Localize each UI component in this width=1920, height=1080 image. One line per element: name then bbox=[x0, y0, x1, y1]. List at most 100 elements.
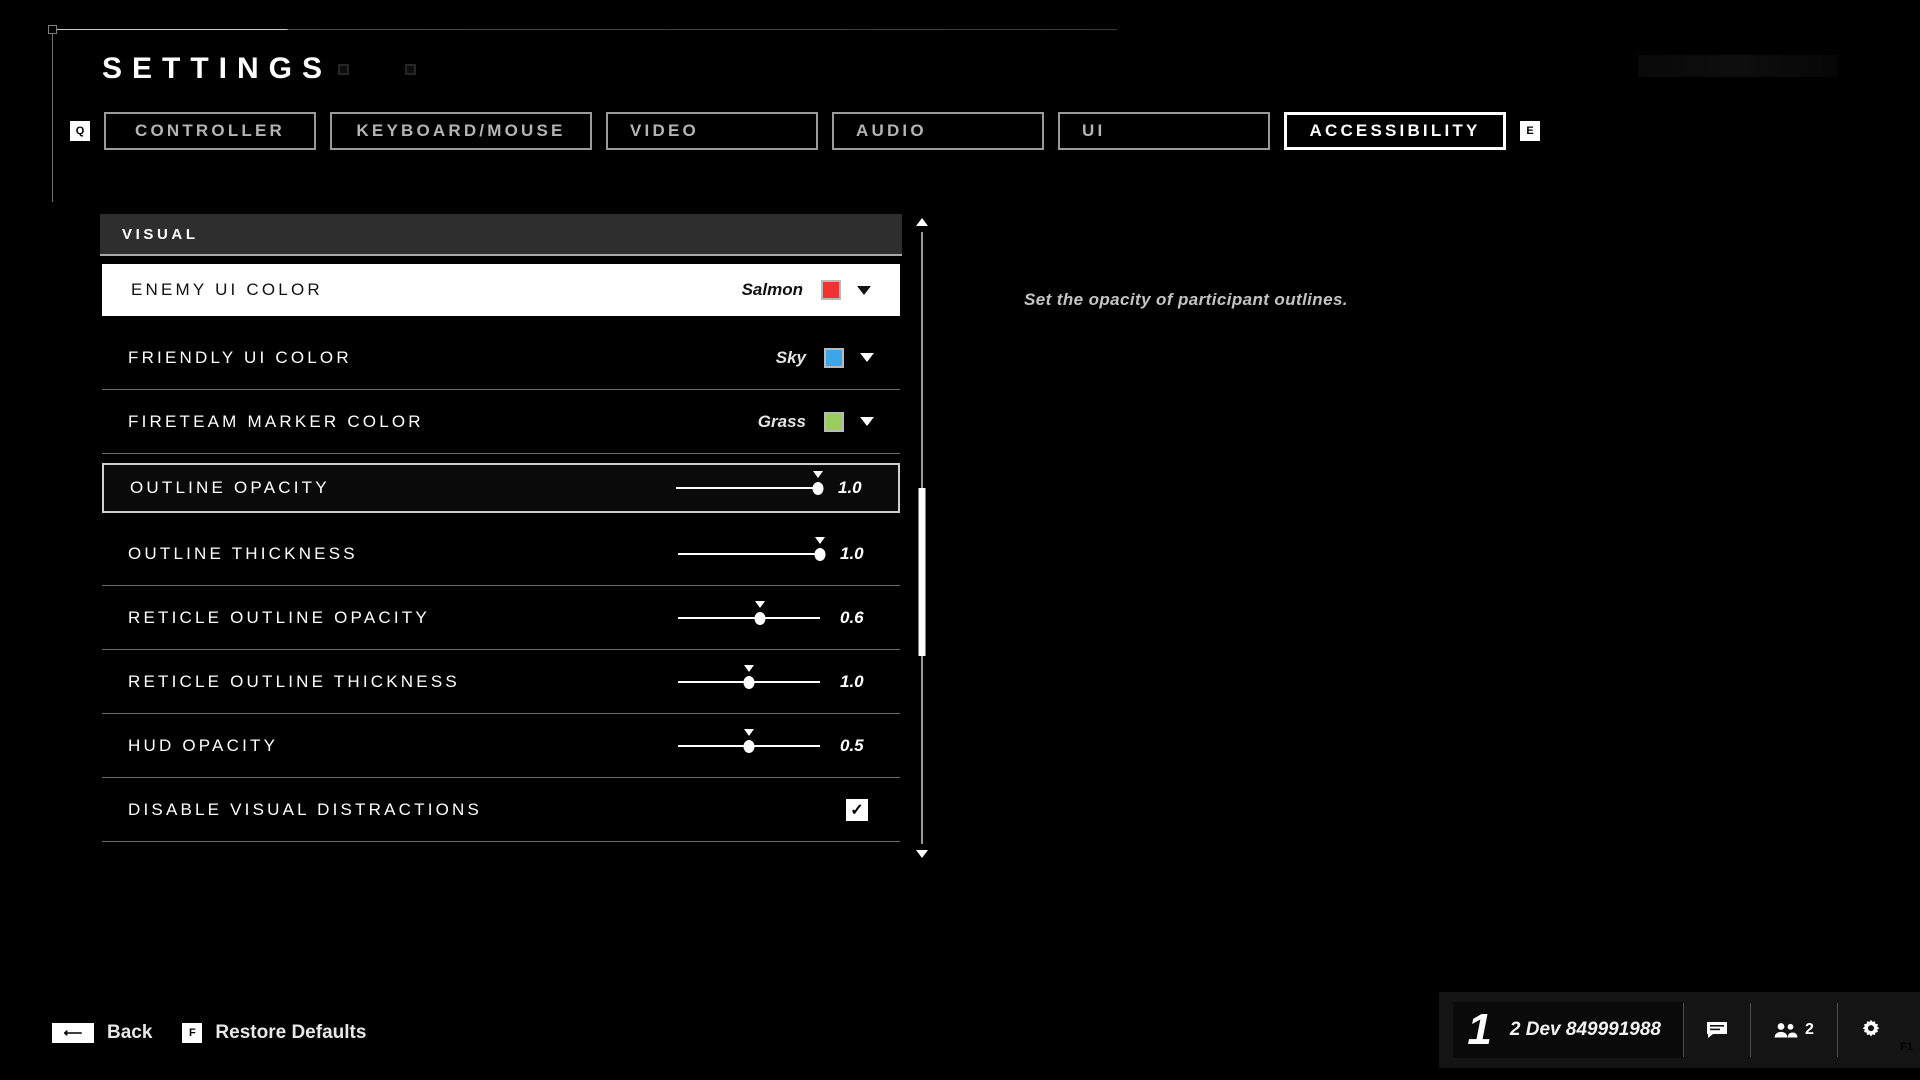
page-title: SETTINGS bbox=[102, 52, 333, 85]
slider-value: 1.0 bbox=[840, 671, 864, 691]
section-header-visual: VISUAL bbox=[100, 214, 902, 256]
setting-value: Salmon bbox=[741, 280, 803, 299]
hud-player-card: 1 2 Dev 849991988 bbox=[1453, 1002, 1683, 1058]
scrollbar-thumb[interactable] bbox=[918, 488, 926, 656]
tab-bar: Q CONTROLLER KEYBOARD/MOUSE VIDEO AUDIO … bbox=[70, 112, 1540, 150]
slider-value: 1.0 bbox=[840, 543, 864, 563]
checkbox-icon[interactable]: ✓ bbox=[846, 798, 868, 821]
setting-control[interactable]: 1.0 bbox=[676, 471, 872, 498]
setting-row-hud-opacity[interactable]: HUD OPACITY 0.5 bbox=[102, 714, 900, 778]
people-icon bbox=[1774, 1022, 1798, 1039]
settings-rows: ENEMY UI COLOR Salmon FRIENDLY UI COLOR … bbox=[100, 264, 902, 842]
setting-row-disable-visual-distractions[interactable]: DISABLE VISUAL DISTRACTIONS ✓ bbox=[102, 778, 900, 842]
setting-row-outline-opacity[interactable]: OUTLINE OPACITY 1.0 bbox=[102, 463, 900, 513]
setting-control[interactable]: 0.6 bbox=[678, 600, 874, 628]
frame-vertical-line bbox=[52, 34, 53, 202]
header-ghost-block bbox=[1638, 55, 1838, 77]
setting-control[interactable]: Sky bbox=[775, 347, 874, 368]
slider-tick-marker bbox=[744, 664, 754, 672]
tab-audio[interactable]: AUDIO bbox=[832, 112, 1044, 150]
hud-roster-top: 2 bbox=[1774, 1021, 1814, 1039]
setting-label: OUTLINE OPACITY bbox=[130, 478, 330, 497]
frame-corner-node bbox=[48, 25, 57, 34]
setting-control[interactable]: Grass bbox=[757, 411, 874, 432]
tab-ui[interactable]: UI bbox=[1058, 112, 1270, 150]
setting-row-friendly-ui-color[interactable]: FRIENDLY UI COLOR Sky bbox=[102, 326, 900, 390]
setting-label: RETICLE OUTLINE THICKNESS bbox=[128, 671, 460, 691]
setting-row-fireteam-marker-color[interactable]: FIRETEAM MARKER COLOR Grass bbox=[102, 390, 900, 454]
chevron-down-icon[interactable] bbox=[860, 417, 874, 426]
setting-control[interactable]: 0.5 bbox=[678, 728, 874, 756]
slider-handle[interactable] bbox=[814, 547, 826, 561]
setting-control[interactable]: 1.0 bbox=[678, 536, 874, 564]
title-deco-square-1 bbox=[338, 64, 349, 75]
chevron-down-icon[interactable] bbox=[857, 285, 871, 295]
restore-defaults-label: Restore Defaults bbox=[215, 1022, 367, 1043]
color-swatch-icon bbox=[824, 347, 844, 368]
setting-row-outline-thickness[interactable]: OUTLINE THICKNESS 1.0 bbox=[102, 522, 900, 586]
slider-tick-marker bbox=[755, 600, 766, 608]
back-label: Back bbox=[107, 1022, 153, 1043]
tab-prev-key-badge[interactable]: Q bbox=[70, 121, 90, 141]
slider-tick-marker bbox=[813, 471, 823, 478]
slider-hud-opacity[interactable] bbox=[678, 728, 820, 756]
setting-label: FRIENDLY UI COLOR bbox=[128, 347, 352, 367]
setting-control[interactable]: 1.0 bbox=[678, 664, 874, 692]
scroll-up-arrow-icon[interactable] bbox=[916, 218, 928, 226]
slider-value: 1.0 bbox=[838, 478, 862, 497]
slider-tick-marker bbox=[815, 536, 825, 544]
slider-value: 0.6 bbox=[840, 607, 864, 627]
slider-track bbox=[678, 616, 820, 619]
setting-control[interactable]: ✓ bbox=[846, 798, 874, 821]
setting-value: Sky bbox=[775, 347, 806, 367]
slider-handle[interactable] bbox=[743, 675, 755, 689]
hud-settings-button[interactable]: F1 bbox=[1838, 999, 1920, 1061]
setting-row-reticle-outline-thickness[interactable]: RETICLE OUTLINE THICKNESS 1.0 bbox=[102, 650, 900, 714]
tab-keyboard-mouse[interactable]: KEYBOARD/MOUSE bbox=[330, 112, 592, 150]
slider-reticle-outline-opacity[interactable] bbox=[678, 600, 820, 628]
slider-reticle-outline-thickness[interactable] bbox=[678, 664, 820, 692]
slider-outline-opacity[interactable] bbox=[676, 471, 824, 498]
slider-outline-thickness[interactable] bbox=[678, 536, 826, 564]
setting-label: FIRETEAM MARKER COLOR bbox=[128, 411, 424, 431]
slider-track bbox=[678, 552, 820, 555]
settings-key-badge[interactable]: F1 bbox=[1893, 1037, 1920, 1056]
hud-player-name: 2 Dev 849991988 bbox=[1509, 1019, 1661, 1040]
hud-bar: 1 2 Dev 849991988 Y bbox=[1439, 992, 1920, 1068]
slider-value: 0.5 bbox=[840, 735, 864, 755]
restore-defaults-button[interactable]: F Restore Defaults bbox=[182, 1022, 366, 1044]
tab-next-key-badge[interactable]: E bbox=[1520, 121, 1540, 141]
hud-roster-button[interactable]: 2 Tab bbox=[1751, 999, 1920, 1061]
setting-row-enemy-ui-color[interactable]: ENEMY UI COLOR Salmon bbox=[102, 264, 900, 316]
slider-track bbox=[676, 487, 818, 489]
slider-handle[interactable] bbox=[754, 611, 766, 625]
slider-handle[interactable] bbox=[743, 739, 755, 753]
setting-value: Grass bbox=[757, 411, 806, 431]
slider-handle[interactable] bbox=[812, 482, 824, 495]
back-button[interactable]: ⟵ Back bbox=[52, 1022, 152, 1044]
chat-icon bbox=[1706, 1021, 1728, 1039]
gear-icon bbox=[1860, 1019, 1882, 1041]
settings-scrollbar[interactable] bbox=[915, 218, 929, 858]
chevron-down-icon[interactable] bbox=[860, 353, 874, 362]
setting-control[interactable]: Salmon bbox=[742, 280, 871, 300]
hud-player-number: 1 bbox=[1467, 1005, 1492, 1054]
setting-label: DISABLE VISUAL DISTRACTIONS bbox=[128, 799, 483, 819]
setting-label: ENEMY UI COLOR bbox=[131, 280, 323, 299]
setting-row-reticle-outline-opacity[interactable]: RETICLE OUTLINE OPACITY 0.6 bbox=[102, 586, 900, 650]
scroll-down-arrow-icon[interactable] bbox=[916, 850, 928, 858]
restore-key-badge[interactable]: F bbox=[182, 1023, 203, 1043]
settings-screen: SETTINGS Q CONTROLLER KEYBOARD/MOUSE VID… bbox=[0, 0, 1920, 1080]
color-swatch-icon bbox=[821, 280, 841, 300]
hud-roster-count: 2 bbox=[1805, 1021, 1814, 1038]
back-key-badge[interactable]: ⟵ bbox=[52, 1023, 94, 1043]
footer-bar: ⟵ Back F Restore Defaults bbox=[52, 1022, 366, 1044]
hud-chat-button[interactable]: Y bbox=[1684, 999, 1920, 1061]
title-deco-square-2 bbox=[405, 64, 416, 75]
setting-label: HUD OPACITY bbox=[128, 735, 279, 755]
setting-label: OUTLINE THICKNESS bbox=[128, 543, 358, 563]
tab-accessibility[interactable]: ACCESSIBILITY bbox=[1284, 112, 1506, 150]
tab-video[interactable]: VIDEO bbox=[606, 112, 818, 150]
tab-controller[interactable]: CONTROLLER bbox=[104, 112, 316, 150]
slider-tick-marker bbox=[744, 728, 754, 736]
